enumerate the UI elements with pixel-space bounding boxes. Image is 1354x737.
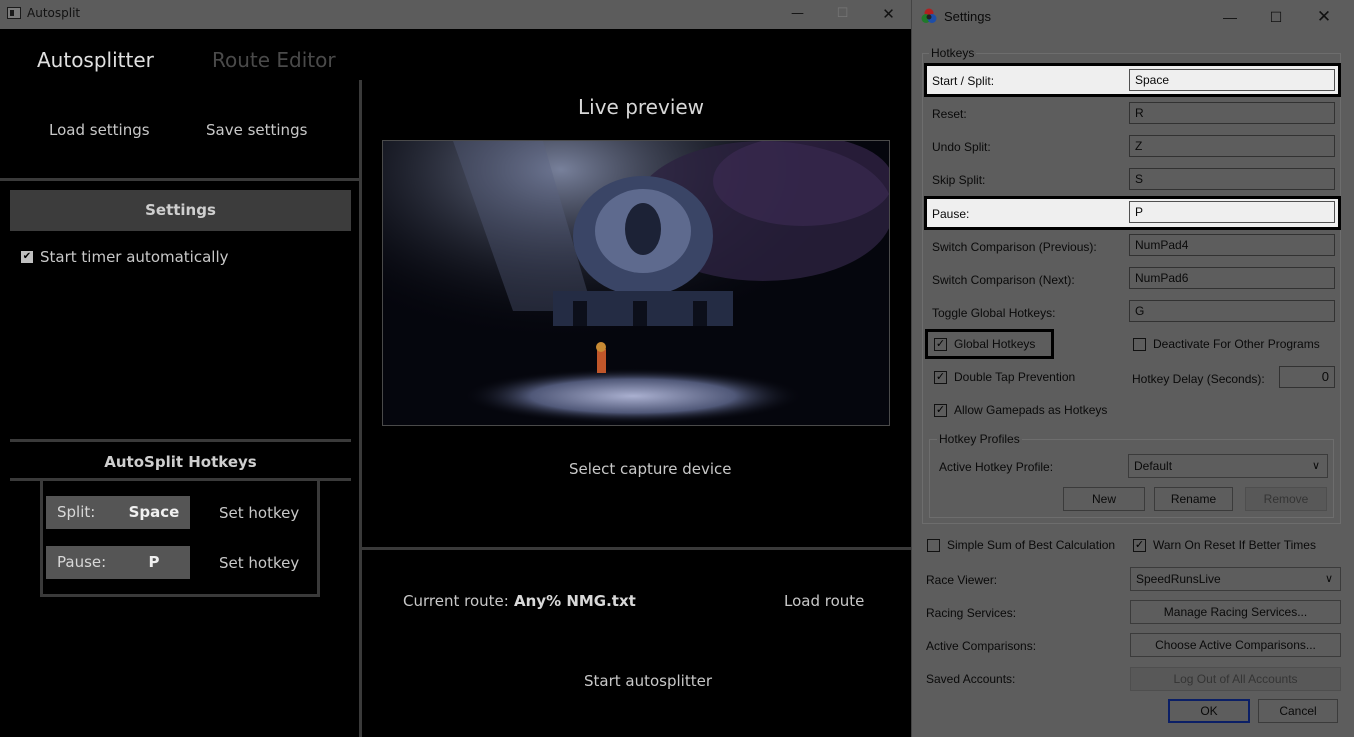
minimize-button[interactable]: —	[775, 0, 820, 29]
checkbox-checked-icon[interactable]: ✓	[934, 403, 947, 417]
skip-split-label: Skip Split:	[932, 173, 986, 187]
select-capture-device-button[interactable]: Select capture device	[569, 460, 732, 478]
split-hotkey-value: Space	[128, 503, 180, 521]
start-split-label: Start / Split:	[932, 74, 995, 88]
tab-autosplitter[interactable]: Autosplitter	[37, 48, 154, 72]
warn-on-reset-label: Warn On Reset If Better Times	[1153, 538, 1316, 552]
double-tap-prevention-label: Double Tap Prevention	[954, 370, 1076, 384]
reset-label: Reset:	[932, 107, 967, 121]
hotkeys-divider-top	[10, 439, 351, 442]
tab-route-editor[interactable]: Route Editor	[212, 48, 336, 72]
switch-comparison-previous-label: Switch Comparison (Previous):	[932, 240, 1097, 254]
start-autosplitter-button[interactable]: Start autosplitter	[584, 672, 712, 690]
warn-on-reset-checkbox[interactable]: ✓ Warn On Reset If Better Times	[1133, 538, 1316, 552]
pause-field[interactable]: P	[1129, 201, 1335, 223]
simple-sum-of-best-label: Simple Sum of Best Calculation	[947, 538, 1116, 552]
set-pause-hotkey-button[interactable]: Set hotkey	[219, 554, 299, 572]
active-hotkey-profile-dropdown[interactable]: Default ∨	[1128, 454, 1328, 478]
set-split-hotkey-button[interactable]: Set hotkey	[219, 504, 299, 522]
active-hotkey-profile-value: Default	[1134, 459, 1173, 473]
settings-titlebar: Settings — ☐ ✕	[912, 0, 1354, 33]
live-preview-image	[382, 140, 890, 426]
racing-services-label: Racing Services:	[926, 606, 1017, 620]
switch-comparison-next-field[interactable]: NumPad6	[1129, 267, 1335, 289]
allow-gamepads-checkbox[interactable]: ✓ Allow Gamepads as Hotkeys	[934, 403, 1107, 417]
checkbox-unchecked-icon[interactable]	[927, 538, 940, 552]
current-route-label: Current route:	[403, 592, 509, 610]
global-hotkeys-label: Global Hotkeys	[954, 337, 1036, 351]
undo-split-label: Undo Split:	[932, 140, 991, 154]
undo-split-field[interactable]: Z	[1129, 135, 1335, 157]
active-comparisons-label: Active Comparisons:	[926, 639, 1037, 653]
allow-gamepads-label: Allow Gamepads as Hotkeys	[954, 403, 1108, 417]
start-split-field[interactable]: Space	[1129, 69, 1335, 91]
pause-hotkey-label: Pause:	[57, 553, 107, 571]
game-scene-image	[383, 141, 889, 425]
toggle-global-hotkeys-label: Toggle Global Hotkeys:	[932, 306, 1056, 320]
app-window-icon	[7, 7, 21, 19]
toggle-global-hotkeys-field[interactable]: G	[1129, 300, 1335, 322]
race-viewer-label: Race Viewer:	[926, 573, 998, 587]
switch-comparison-next-label: Switch Comparison (Next):	[932, 273, 1075, 287]
checkbox-checked-icon[interactable]: ✓	[1133, 538, 1146, 552]
split-hotkey-label: Split:	[57, 503, 96, 521]
minimize-button[interactable]: —	[1207, 2, 1253, 32]
hotkey-delay-label: Hotkey Delay (Seconds):	[1132, 372, 1265, 386]
log-out-all-accounts-button[interactable]: Log Out of All Accounts	[1130, 667, 1341, 691]
load-route-button[interactable]: Load route	[784, 592, 864, 610]
save-settings-button[interactable]: Save settings	[206, 121, 307, 139]
ok-button[interactable]: OK	[1168, 699, 1250, 723]
remove-profile-button[interactable]: Remove	[1245, 487, 1327, 511]
hotkey-profiles-title: Hotkey Profiles	[937, 432, 1022, 446]
route-divider	[362, 547, 911, 550]
checkbox-checked-icon[interactable]: ✓	[934, 337, 947, 351]
checkbox-checked-icon[interactable]: ✔	[21, 251, 33, 263]
hotkeys-group-title: Hotkeys	[929, 46, 977, 60]
saved-accounts-label: Saved Accounts:	[926, 672, 1016, 686]
live-preview-title: Live preview	[578, 95, 705, 119]
manage-racing-services-button[interactable]: Manage Racing Services...	[1130, 600, 1341, 624]
active-hotkey-profile-label: Active Hotkey Profile:	[939, 460, 1054, 474]
new-profile-button[interactable]: New	[1063, 487, 1145, 511]
chevron-down-icon: ∨	[1311, 460, 1320, 472]
close-button[interactable]: ✕	[866, 0, 911, 29]
global-hotkeys-checkbox[interactable]: ✓ Global Hotkeys	[934, 337, 1035, 351]
checkbox-unchecked-icon[interactable]	[1133, 337, 1146, 351]
rename-profile-button[interactable]: Rename	[1154, 487, 1233, 511]
cancel-button[interactable]: Cancel	[1258, 699, 1338, 723]
pause-hotkey-value: P	[148, 553, 160, 571]
double-tap-prevention-checkbox[interactable]: ✓ Double Tap Prevention	[934, 370, 1075, 384]
race-viewer-dropdown[interactable]: SpeedRunsLive ∨	[1130, 567, 1341, 591]
deactivate-other-programs-checkbox[interactable]: Deactivate For Other Programs	[1133, 337, 1320, 351]
pause-label: Pause:	[932, 207, 970, 221]
start-timer-label: Start timer automatically	[40, 248, 229, 266]
simple-sum-of-best-checkbox[interactable]: Simple Sum of Best Calculation	[927, 538, 1115, 552]
livesplit-icon	[921, 8, 937, 23]
settings-header: Settings	[10, 190, 351, 231]
skip-split-field[interactable]: S	[1129, 168, 1335, 190]
pause-hotkey-display: Pause: P	[46, 546, 190, 579]
chevron-down-icon: ∨	[1324, 573, 1333, 585]
switch-comparison-previous-field[interactable]: NumPad4	[1129, 234, 1335, 256]
settings-dialog: Settings — ☐ ✕ Hotkeys Start / Split: Sp…	[911, 0, 1354, 737]
autosplit-hotkeys-title: AutoSplit Hotkeys	[104, 453, 257, 471]
settings-window-title: Settings	[944, 9, 991, 24]
choose-active-comparisons-button[interactable]: Choose Active Comparisons...	[1130, 633, 1341, 657]
split-hotkey-display: Split: Space	[46, 496, 190, 529]
hotkey-delay-input[interactable]: 0	[1279, 366, 1335, 388]
horizontal-divider	[0, 178, 361, 181]
start-timer-checkbox[interactable]: ✔ Start timer automatically	[21, 248, 229, 266]
deactivate-other-programs-label: Deactivate For Other Programs	[1153, 337, 1320, 351]
maximize-button[interactable]: ☐	[1253, 2, 1299, 32]
reset-field[interactable]: R	[1129, 102, 1335, 124]
window-title: Autosplit	[27, 6, 81, 20]
autosplit-window: Autosplit — ☐ ✕ Autosplitter Route Edito…	[0, 0, 911, 737]
load-settings-button[interactable]: Load settings	[49, 121, 150, 139]
current-route-value: Any% NMG.txt	[514, 592, 636, 610]
close-button[interactable]: ✕	[1301, 2, 1347, 32]
race-viewer-value: SpeedRunsLive	[1136, 572, 1221, 586]
checkbox-checked-icon[interactable]: ✓	[934, 370, 947, 384]
maximize-button[interactable]: ☐	[820, 0, 865, 29]
autosplit-titlebar: Autosplit — ☐ ✕	[0, 0, 911, 29]
